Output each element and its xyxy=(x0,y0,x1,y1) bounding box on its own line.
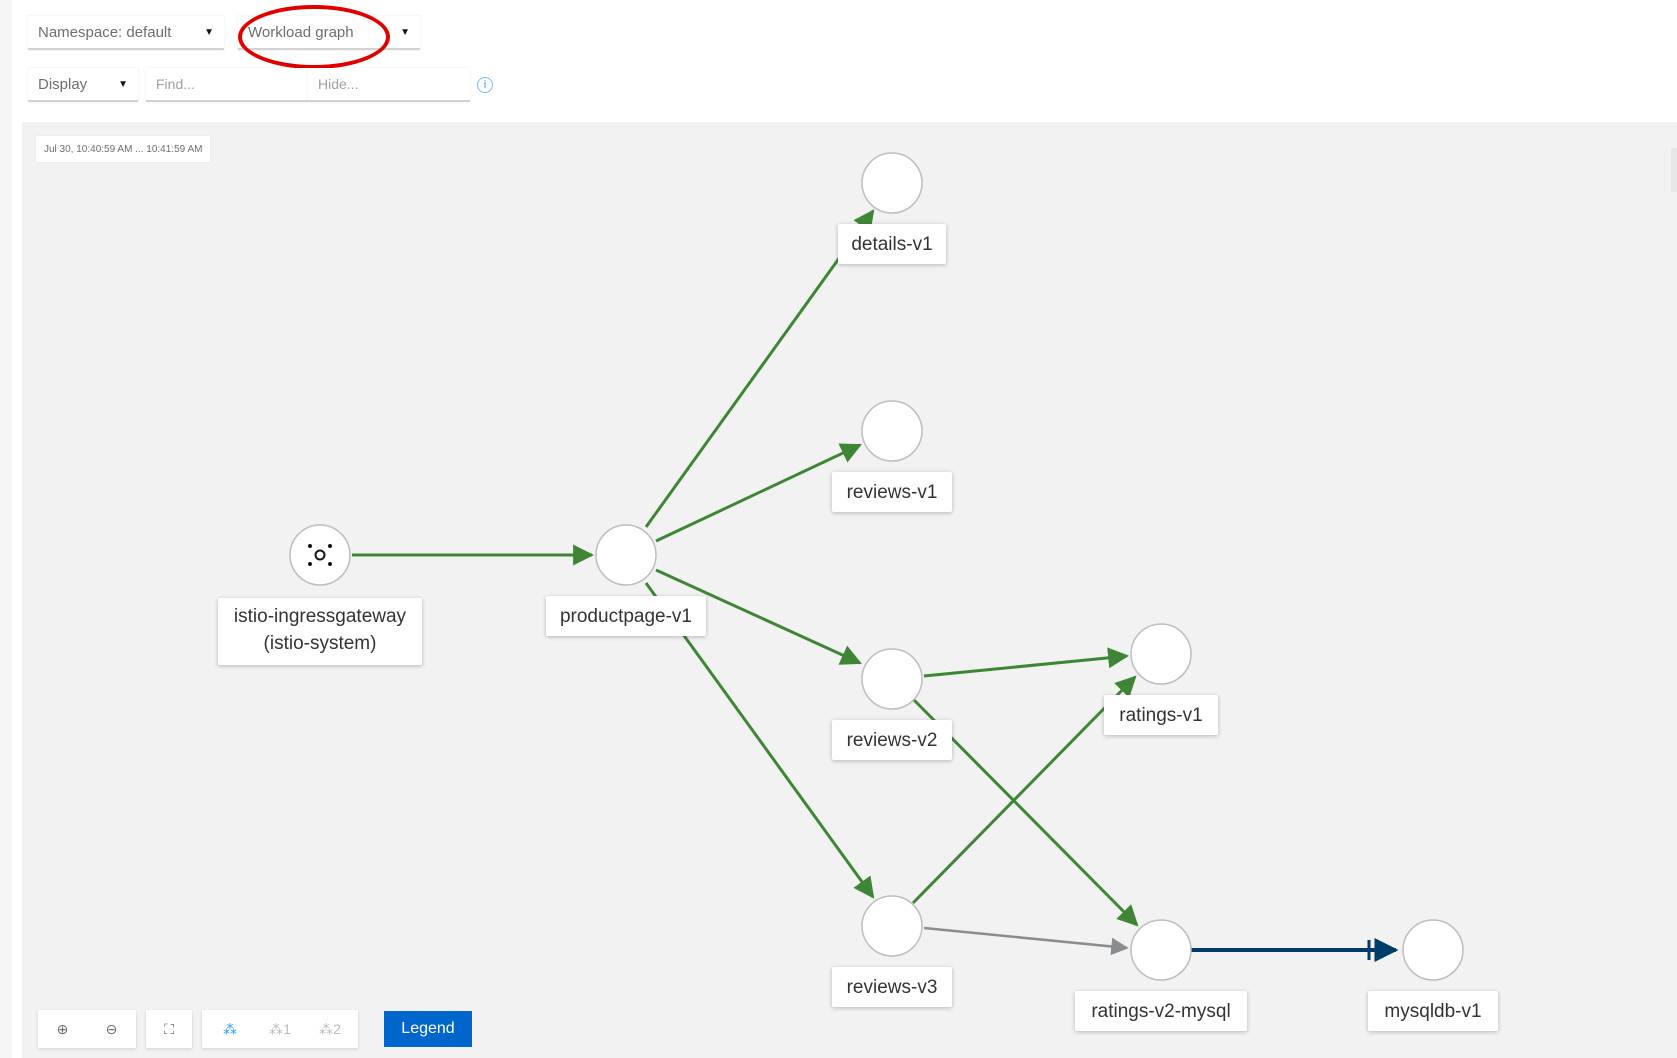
legend-button[interactable]: Legend xyxy=(384,1011,472,1047)
node-ratings-v1[interactable]: ratings-v1 xyxy=(1104,623,1218,735)
edge-reviews-v2-ratings-v1[interactable] xyxy=(923,647,1130,678)
node-label: reviews-v2 xyxy=(847,730,938,751)
node-label: productpage-v1 xyxy=(560,606,692,627)
node-details-v1[interactable]: details-v1 xyxy=(838,152,946,264)
layout-1-button[interactable]: ⁂1 xyxy=(255,1010,305,1048)
node-mysqldb-v1[interactable]: mysqldb-v1 xyxy=(1368,919,1498,1031)
zoom-controls: ⊕ ⊖ xyxy=(38,1010,136,1048)
edge-reviews-v3-ratings-v1[interactable] xyxy=(911,675,1137,905)
node-label: details-v1 xyxy=(851,234,932,255)
node-label: reviews-v3 xyxy=(847,977,938,998)
node-label: ratings-v2-mysql xyxy=(1091,1001,1230,1022)
node-label: mysqldb-v1 xyxy=(1384,1001,1481,1022)
zoom-out-icon[interactable]: ⊖ xyxy=(87,1010,136,1048)
node-label: reviews-v1 xyxy=(847,482,938,503)
node-label: (istio-system) xyxy=(264,633,377,654)
edge-reviews-v3-ratings-v2-mysql[interactable] xyxy=(923,926,1129,956)
layout-2-button[interactable]: ⁂2 xyxy=(305,1010,355,1048)
node-label: istio-ingressgateway xyxy=(234,606,407,627)
node-reviews-v2[interactable]: reviews-v2 xyxy=(832,648,952,760)
layout-default-icon[interactable]: ⁂ xyxy=(205,1010,255,1048)
zoom-in-icon[interactable]: ⊕ xyxy=(38,1010,87,1048)
fit-controls: ⛶ xyxy=(146,1010,192,1048)
node-istio-ingressgateway[interactable]: istio-ingressgateway (istio-system) xyxy=(218,524,422,665)
node-reviews-v3[interactable]: reviews-v3 xyxy=(832,895,952,1007)
layout-controls: ⁂ ⁂1 ⁂2 xyxy=(202,1010,358,1048)
edge-productpage-reviews-v1[interactable] xyxy=(655,443,862,543)
node-reviews-v1[interactable]: reviews-v1 xyxy=(832,400,952,512)
fit-to-screen-icon[interactable]: ⛶ xyxy=(146,1010,192,1048)
node-label: ratings-v1 xyxy=(1119,705,1202,726)
service-graph[interactable]: istio-ingressgateway (istio-system) prod… xyxy=(0,0,1677,1058)
node-ratings-v2-mysql[interactable]: ratings-v2-mysql xyxy=(1075,919,1247,1031)
